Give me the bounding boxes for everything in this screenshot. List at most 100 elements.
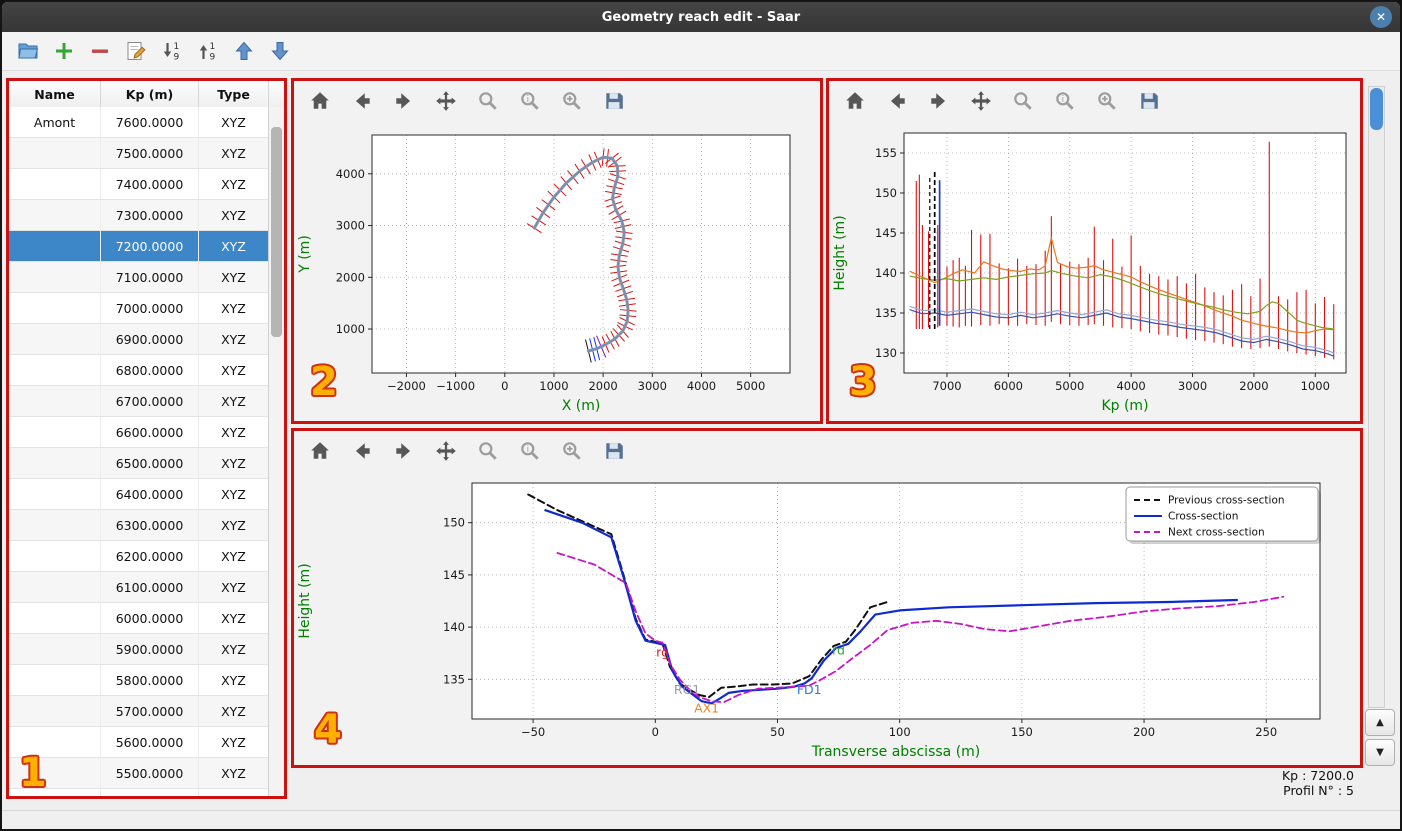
table-row[interactable]: 6800.0000 XYZ: [9, 355, 269, 386]
table-cell: 6500.0000: [101, 448, 199, 478]
zoom-rect-icon[interactable]: [1095, 89, 1119, 113]
svg-text:Cross-section: Cross-section: [1168, 511, 1238, 523]
window-scrollbar-thumb[interactable]: [1370, 88, 1383, 130]
cross-section-chart[interactable]: rg rd RG1 AX1 FD1 Previous cross-section Cross…: [294, 471, 1360, 765]
open-file-icon[interactable]: [16, 39, 40, 63]
home-icon[interactable]: [308, 439, 332, 463]
svg-text:135: 135: [443, 672, 465, 686]
home-icon[interactable]: [843, 89, 867, 113]
table-row[interactable]: 6500.0000 XYZ: [9, 448, 269, 479]
table-row[interactable]: 5600.0000 XYZ: [9, 727, 269, 758]
table-row[interactable]: 6900.0000 XYZ: [9, 324, 269, 355]
table-cell: [9, 200, 101, 230]
status-kp: Kp : 7200.0: [1281, 768, 1354, 783]
zoom-icon[interactable]: [1011, 89, 1035, 113]
cross-section-panel: i rg rd RG1 AX1 FD1 Previous cross-section Cro…: [291, 428, 1363, 768]
table-cell: 7600.0000: [101, 107, 199, 137]
save-icon[interactable]: [602, 89, 626, 113]
sort-ascending-icon[interactable]: 19: [196, 39, 220, 63]
move-up-icon[interactable]: [232, 39, 256, 63]
table-cell: [9, 758, 101, 788]
table-cell: [9, 634, 101, 664]
table-scrollbar[interactable]: [268, 107, 284, 796]
svg-text:RG1: RG1: [674, 682, 700, 697]
svg-text:135: 135: [875, 306, 897, 320]
table-cell: 6900.0000: [101, 324, 199, 354]
plan-view-chart[interactable]: −2000 −1000 0 1000 2000 3000 4000 5000 1000 2000 3…: [294, 121, 820, 421]
status-bar: [2, 810, 1400, 829]
table-cell: 7100.0000: [101, 262, 199, 292]
edit-icon[interactable]: [124, 39, 148, 63]
table-row[interactable]: 5400.0000XYZ: [9, 789, 269, 796]
table-cell: XYZ: [199, 386, 269, 416]
svg-text:50: 50: [770, 725, 785, 739]
table-row[interactable]: 5800.0000 XYZ: [9, 665, 269, 696]
back-icon[interactable]: [350, 439, 374, 463]
table-row[interactable]: 6300.0000 XYZ: [9, 510, 269, 541]
svg-text:Height (m): Height (m): [297, 563, 313, 638]
pan-icon[interactable]: [434, 439, 458, 463]
longitudinal-chart[interactable]: 7000 6000 5000 4000 3000 2000 1000 130 135 140 145…: [829, 121, 1360, 421]
forward-icon[interactable]: [392, 439, 416, 463]
pan-icon[interactable]: [969, 89, 993, 113]
pan-icon[interactable]: [434, 89, 458, 113]
svg-text:2000: 2000: [588, 379, 617, 393]
table-row[interactable]: 7400.0000 XYZ: [9, 169, 269, 200]
save-icon[interactable]: [602, 439, 626, 463]
column-header-type[interactable]: Type: [199, 81, 269, 107]
table-row[interactable]: 6100.0000 XYZ: [9, 572, 269, 603]
svg-text:5000: 5000: [1055, 379, 1084, 393]
column-header-name[interactable]: Name: [9, 81, 101, 107]
zoom-info-icon[interactable]: i: [518, 439, 542, 463]
table-row[interactable]: 6400.0000 XYZ: [9, 479, 269, 510]
forward-icon[interactable]: [392, 89, 416, 113]
window-scrollbar[interactable]: [1368, 86, 1385, 708]
svg-text:5000: 5000: [736, 379, 765, 393]
back-icon[interactable]: [885, 89, 909, 113]
svg-text:Previous cross-section: Previous cross-section: [1168, 495, 1285, 507]
table-row[interactable]: 5900.0000 XYZ: [9, 634, 269, 665]
zoom-info-icon[interactable]: i: [518, 89, 542, 113]
table-header: Name Kp (m) Type: [9, 81, 284, 108]
table-row[interactable]: 7200.0000 XYZ: [9, 231, 269, 262]
zoom-icon[interactable]: [476, 89, 500, 113]
app-toolbar: 1919: [2, 32, 1400, 71]
svg-text:rg: rg: [656, 644, 669, 659]
table-row[interactable]: Amont 7600.0000 XYZ: [9, 107, 269, 138]
zoom-icon[interactable]: [476, 439, 500, 463]
svg-text:4000: 4000: [1116, 379, 1145, 393]
table-row[interactable]: 6000.0000 XYZ: [9, 603, 269, 634]
zoom-rect-icon[interactable]: [560, 439, 584, 463]
table-row[interactable]: 7100.0000 XYZ: [9, 262, 269, 293]
table-row[interactable]: 6700.0000 XYZ: [9, 386, 269, 417]
back-icon[interactable]: [350, 89, 374, 113]
table-row[interactable]: 7000.0000 XYZ: [9, 293, 269, 324]
profile-down-button[interactable]: ▼: [1365, 739, 1395, 766]
add-row-icon[interactable]: [52, 39, 76, 63]
zoom-info-icon[interactable]: i: [1053, 89, 1077, 113]
forward-icon[interactable]: [927, 89, 951, 113]
svg-text:i: i: [1062, 95, 1064, 105]
sort-descending-icon[interactable]: 19: [160, 39, 184, 63]
svg-text:2000: 2000: [336, 270, 365, 284]
window-title: Geometry reach edit - Saar: [601, 9, 801, 25]
table-row[interactable]: 7500.0000 XYZ: [9, 138, 269, 169]
table-scrollbar-thumb[interactable]: [271, 127, 282, 337]
home-icon[interactable]: [308, 89, 332, 113]
table-cell: 6200.0000: [101, 541, 199, 571]
remove-row-icon[interactable]: [88, 39, 112, 63]
table-cell: XYZ: [199, 293, 269, 323]
move-down-icon[interactable]: [268, 39, 292, 63]
zoom-rect-icon[interactable]: [560, 89, 584, 113]
table-row[interactable]: 6200.0000 XYZ: [9, 541, 269, 572]
save-icon[interactable]: [1137, 89, 1161, 113]
table-cell: 5800.0000: [101, 665, 199, 695]
close-button[interactable]: ✕: [1370, 6, 1392, 28]
table-row[interactable]: 7300.0000 XYZ: [9, 200, 269, 231]
profile-up-button[interactable]: ▲: [1365, 709, 1395, 736]
title-bar[interactable]: Geometry reach edit - Saar ✕: [2, 2, 1400, 32]
table-row[interactable]: 5700.0000 XYZ: [9, 696, 269, 727]
table-row[interactable]: 6600.0000 XYZ: [9, 417, 269, 448]
table-row[interactable]: 5500.0000 XYZ: [9, 758, 269, 789]
column-header-kp[interactable]: Kp (m): [101, 81, 199, 107]
